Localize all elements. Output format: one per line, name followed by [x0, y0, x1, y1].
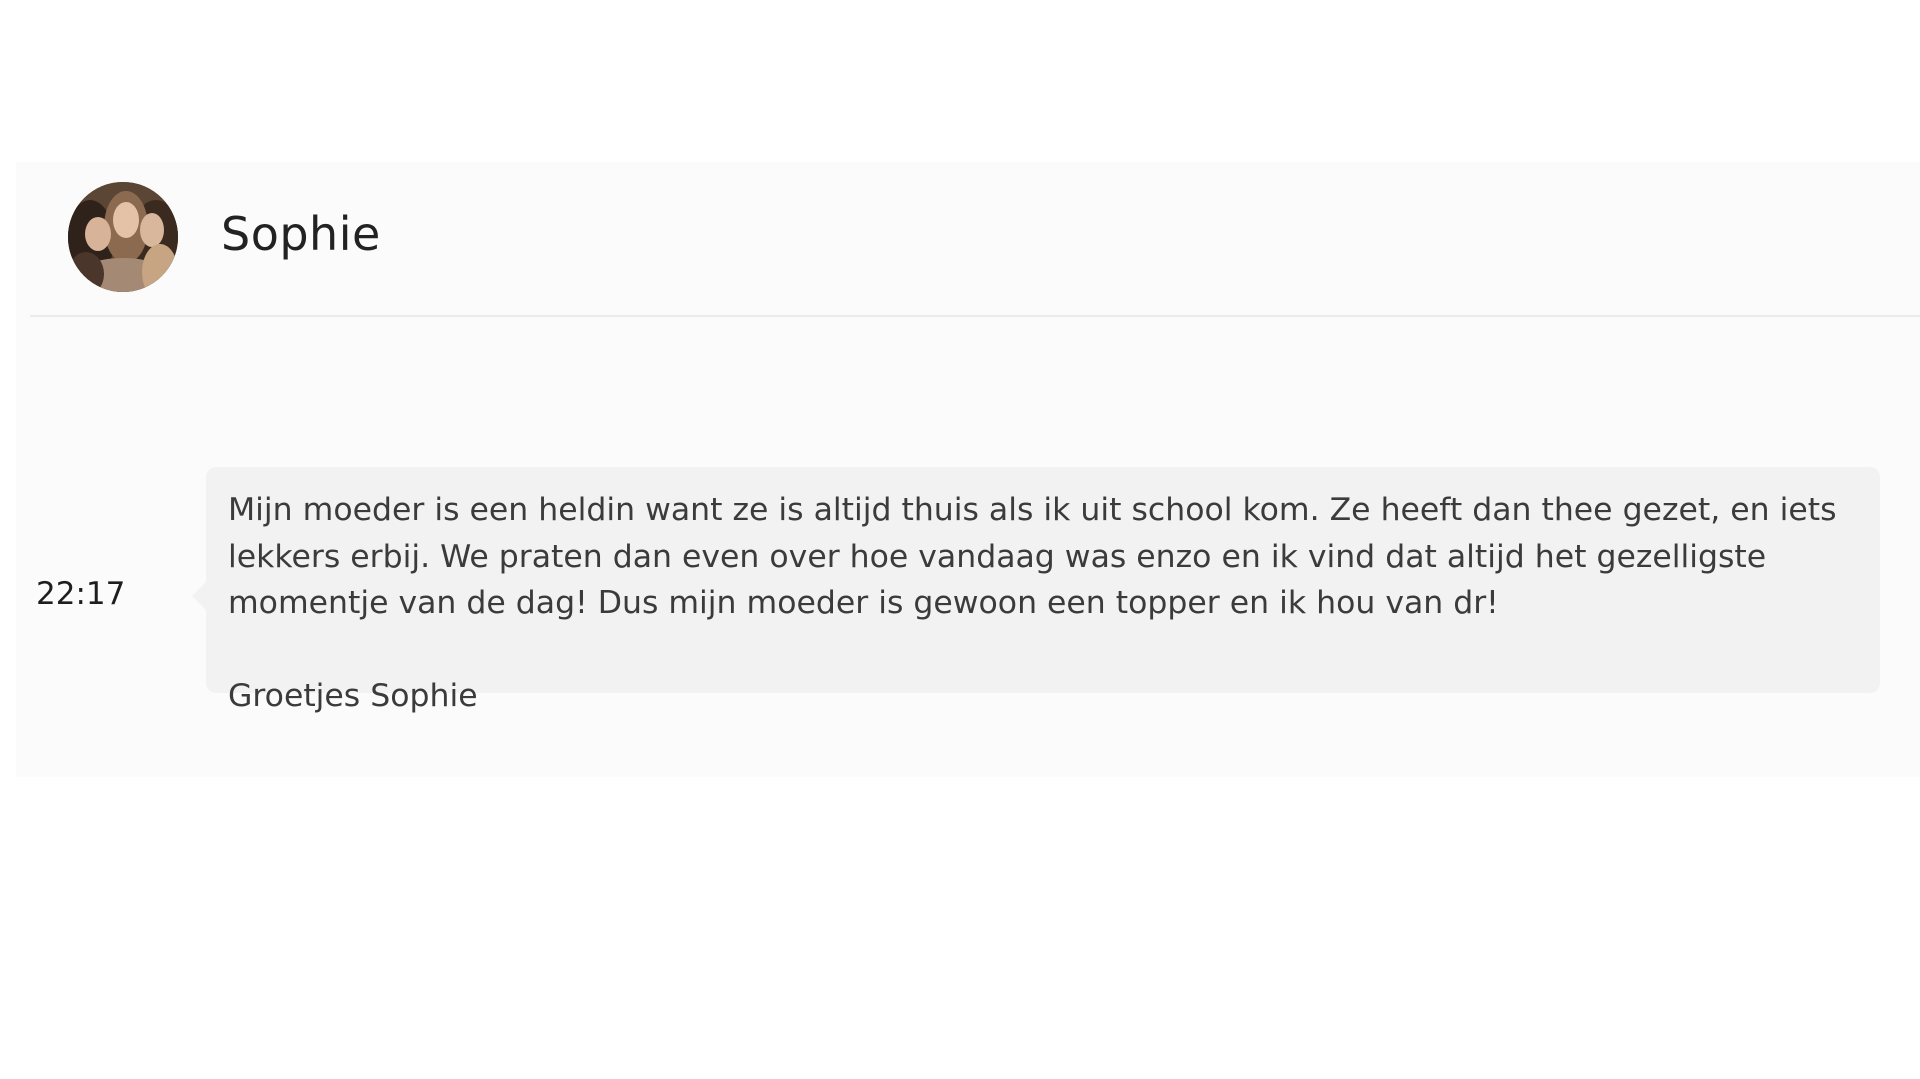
- message-bubble[interactable]: Mijn moeder is een heldin want ze is alt…: [192, 467, 1880, 714]
- profile-photo-icon: [68, 182, 178, 292]
- avatar[interactable]: [68, 182, 178, 292]
- chat-header: Sophie: [16, 162, 1920, 315]
- chat-panel: Sophie 22:17 Mijn moeder is een heldin w…: [16, 162, 1920, 777]
- message-text: Mijn moeder is een heldin want ze is alt…: [228, 492, 1847, 621]
- bubble-arrow: [192, 582, 206, 610]
- message-row: 22:17 Mijn moeder is een heldin want ze …: [16, 467, 1920, 737]
- contact-name: Sophie: [221, 207, 381, 261]
- header-divider: [30, 315, 1920, 317]
- message-signature: Groetjes Sophie: [228, 677, 478, 714]
- page: Sophie 22:17 Mijn moeder is een heldin w…: [0, 0, 1920, 1079]
- message-timestamp: 22:17: [36, 576, 126, 612]
